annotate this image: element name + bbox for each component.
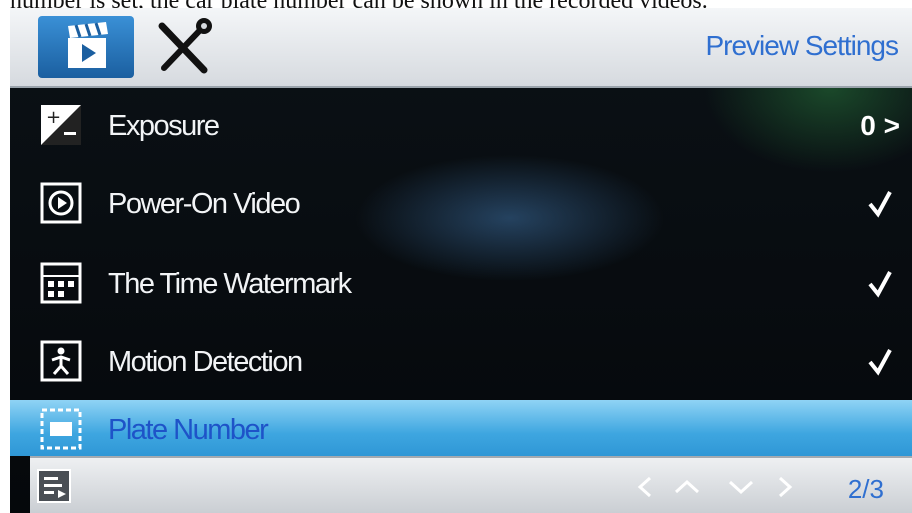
bottom-bar: 2/3 bbox=[30, 456, 912, 513]
exposure-value: 0 > bbox=[860, 110, 900, 141]
menu-item-time-watermark[interactable]: The Time Watermark bbox=[10, 246, 912, 324]
tab-tools[interactable] bbox=[148, 16, 218, 78]
checkmark-icon bbox=[868, 191, 892, 218]
tab-video-settings[interactable] bbox=[38, 16, 134, 78]
camera-screen: Preview Settings + Exposure 0 > Power-On… bbox=[10, 8, 912, 513]
nav-left-button[interactable] bbox=[628, 472, 662, 502]
top-bar: Preview Settings bbox=[10, 8, 912, 88]
nav-right-button[interactable] bbox=[768, 472, 802, 502]
svg-text:+: + bbox=[46, 107, 61, 128]
video-clapper-icon bbox=[68, 22, 108, 68]
exposure-icon: + bbox=[41, 105, 81, 145]
checkmark-icon bbox=[868, 349, 892, 376]
menu-item-exposure[interactable]: + Exposure 0 > bbox=[10, 88, 912, 166]
tools-icon bbox=[158, 18, 212, 74]
power-on-video-label: Power-On Video bbox=[108, 188, 301, 220]
motion-detection-icon bbox=[40, 340, 82, 382]
menu-item-motion-detection[interactable]: Motion Detection bbox=[10, 324, 912, 402]
power-on-video-icon bbox=[40, 182, 82, 224]
plate-number-label: Plate Number bbox=[108, 414, 269, 446]
checkmark-icon bbox=[868, 271, 892, 298]
back-icon[interactable] bbox=[36, 468, 72, 504]
plate-number-icon bbox=[40, 408, 82, 450]
nav-up-button[interactable] bbox=[670, 472, 704, 502]
page-title: Preview Settings bbox=[705, 30, 899, 61]
page-indicator: 2/3 bbox=[847, 474, 884, 504]
nav-down-button[interactable] bbox=[724, 472, 758, 502]
time-watermark-label: The Time Watermark bbox=[108, 268, 352, 300]
exposure-label: Exposure bbox=[108, 110, 220, 142]
menu-item-power-on-video[interactable]: Power-On Video bbox=[10, 166, 912, 244]
menu-item-plate-number[interactable]: Plate Number bbox=[10, 400, 912, 456]
motion-detection-label: Motion Detection bbox=[108, 346, 303, 378]
time-watermark-icon bbox=[40, 262, 82, 304]
